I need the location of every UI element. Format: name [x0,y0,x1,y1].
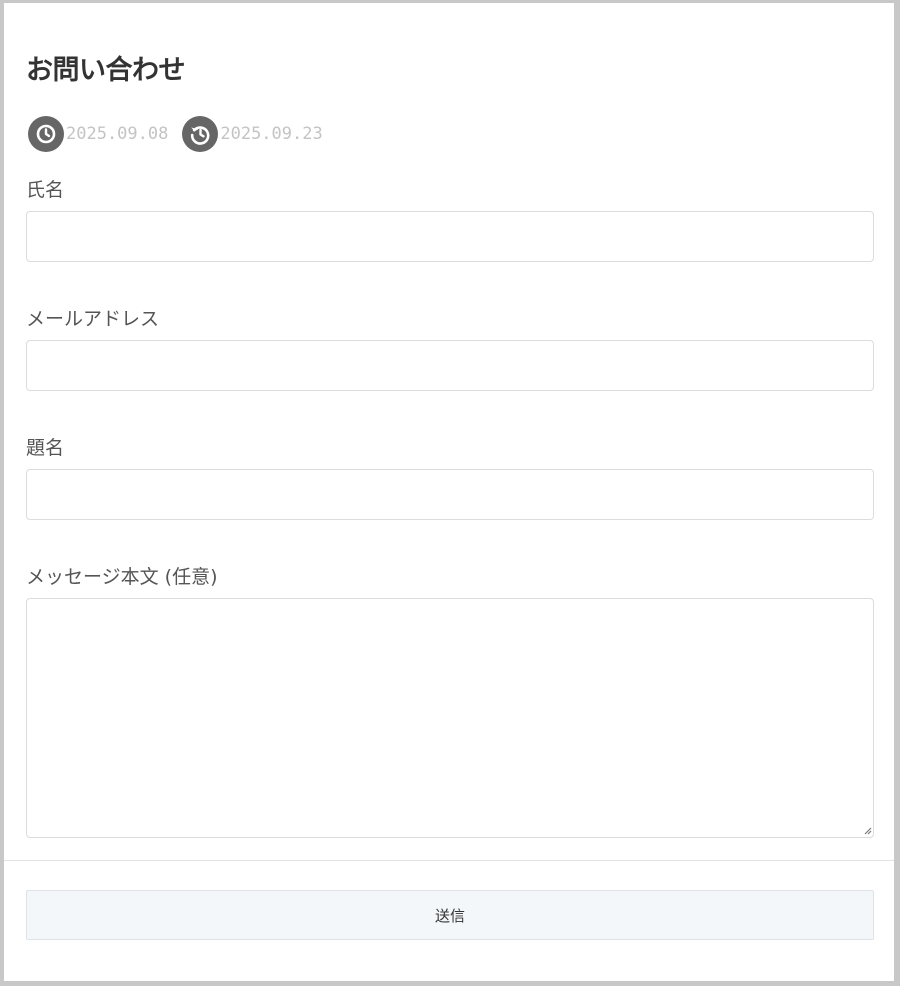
email-label: メールアドレス [26,308,160,330]
updated-date: 2025.09.23 [182,116,323,152]
subject-label: 題名 [26,437,65,459]
published-date: 2025.09.08 [28,116,168,152]
clock-icon [28,116,64,152]
name-field[interactable] [26,211,874,262]
history-icon [182,116,219,152]
updated-date-text: 2025.09.23 [220,124,323,144]
name-label: 氏名 [26,179,65,201]
resize-handle-icon[interactable] [862,825,872,835]
post-meta: 2025.09.08 2025.09.23 [28,116,337,152]
message-label: メッセージ本文 (任意) [26,566,218,588]
email-field[interactable] [26,340,874,391]
subject-field[interactable] [26,469,874,520]
published-date-text: 2025.09.08 [66,124,169,144]
page-title: お問い合わせ [26,55,186,86]
message-textarea[interactable] [26,598,874,838]
divider [4,860,894,861]
contact-page: お問い合わせ 2025.09.08 2025.09.23 氏名 メールアドレス … [4,3,894,981]
submit-button[interactable]: 送信 [26,890,874,940]
